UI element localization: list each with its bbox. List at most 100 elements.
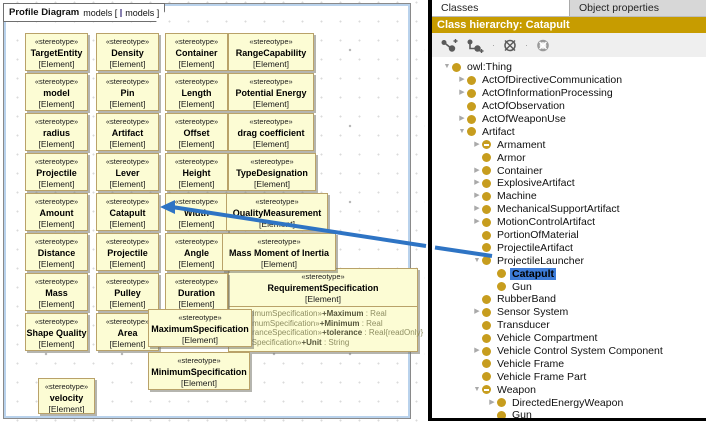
expander-closed-icon[interactable]: ▶ xyxy=(472,307,482,317)
stereotype-box-rangecapability[interactable]: «stereotype»RangeCapability[Element] xyxy=(228,33,314,71)
stereotype-box-pulley[interactable]: «stereotype»Pulley[Element] xyxy=(96,273,159,311)
stereotype-box-shape-quality[interactable]: «stereotype»Shape Quality[Element] xyxy=(25,313,88,351)
stereotype-box-targetentity[interactable]: «stereotype»TargetEntity[Element] xyxy=(25,33,88,71)
delete-class-icon[interactable] xyxy=(502,38,518,53)
tree-item-artifact[interactable]: ▼Artifact xyxy=(432,125,706,138)
tree-item-portionofmaterial[interactable]: PortionOfMaterial xyxy=(432,229,706,242)
stereotype-box-mass-moment-of-inertia[interactable]: «stereotype»Mass Moment of Inertia[Eleme… xyxy=(222,233,336,271)
stereotype-box-catapult[interactable]: «stereotype»Catapult[Element] xyxy=(96,193,159,231)
stereotype-box-container[interactable]: «stereotype»Container[Element] xyxy=(165,33,228,71)
stereotype-name: RequirementSpecification xyxy=(267,282,378,294)
tree-item-vehicle-frame-part[interactable]: Vehicle Frame Part xyxy=(432,370,706,383)
expander-closed-icon[interactable]: ▶ xyxy=(457,114,467,124)
stereotype-keyword: «stereotype» xyxy=(35,37,78,47)
tree-item-mechanicalsupportartifact[interactable]: ▶MechanicalSupportArtifact xyxy=(432,203,706,216)
diagram-frame-label[interactable]: Profile Diagram models [ models ] xyxy=(3,3,165,22)
tree-item-armor[interactable]: Armor xyxy=(432,151,706,164)
stereotype-box-lever[interactable]: «stereotype»Lever[Element] xyxy=(96,153,159,191)
stereotype-box-qualitymeasurement[interactable]: «stereotype»QualityMeasurement[Element] xyxy=(226,193,328,231)
tree-item-sensor-system[interactable]: ▶Sensor System xyxy=(432,306,706,319)
stereotype-box-potential-energy[interactable]: «stereotype»Potential Energy[Element] xyxy=(228,73,314,111)
expander-closed-icon[interactable]: ▶ xyxy=(472,204,482,214)
stereotype-box-amount[interactable]: «stereotype»Amount[Element] xyxy=(25,193,88,231)
expander-closed-icon[interactable]: ▶ xyxy=(487,398,497,408)
expander-open-icon[interactable]: ▼ xyxy=(457,127,467,137)
tree-item-container[interactable]: ▶Container xyxy=(432,164,706,177)
profile-diagram-canvas[interactable]: Profile Diagram models [ models ] «stere… xyxy=(0,0,425,425)
expander-closed-icon[interactable]: ▶ xyxy=(472,140,482,150)
stereotype-box-length[interactable]: «stereotype»Length[Element] xyxy=(165,73,228,111)
expander-open-icon[interactable]: ▼ xyxy=(472,256,482,266)
stereotype-box-projectile[interactable]: «stereotype»Projectile[Element] xyxy=(96,233,159,271)
tree-item-actofobservation[interactable]: ActOfObservation xyxy=(432,100,706,113)
element-label: [Element] xyxy=(179,179,215,190)
delete-individual-icon[interactable] xyxy=(535,38,551,53)
tree-item-projectilelauncher[interactable]: ▼ProjectileLauncher xyxy=(432,254,706,267)
tree-item-gun[interactable]: Gun xyxy=(432,409,706,418)
expander-open-icon[interactable]: ▼ xyxy=(472,385,482,395)
tree-item-owl-thing[interactable]: ▼owl:Thing xyxy=(432,61,706,74)
tree-item-weapon[interactable]: ▼Weapon xyxy=(432,383,706,396)
stereotype-box-distance[interactable]: «stereotype»Distance[Element] xyxy=(25,233,88,271)
tree-item-gun[interactable]: Gun xyxy=(432,280,706,293)
class-icon xyxy=(467,76,476,85)
stereotype-box-model[interactable]: «stereotype»model[Element] xyxy=(25,73,88,111)
stereotype-name: MinimumSpecification xyxy=(151,366,247,378)
tree-item-vehicle-frame[interactable]: Vehicle Frame xyxy=(432,357,706,370)
tree-item-projectileartifact[interactable]: ProjectileArtifact xyxy=(432,241,706,254)
expander-closed-icon[interactable]: ▶ xyxy=(472,191,482,201)
expander-open-icon[interactable]: ▼ xyxy=(442,62,452,72)
tree-item-actofdirectivecommunication[interactable]: ▶ActOfDirectiveCommunication xyxy=(432,74,706,87)
stereotype-box-maximumspecification[interactable]: «stereotype»MaximumSpecification[Element… xyxy=(148,309,252,347)
tree-item-actofinformationprocessing[interactable]: ▶ActOfInformationProcessing xyxy=(432,87,706,100)
stereotype-box-duration[interactable]: «stereotype»Duration[Element] xyxy=(165,273,228,311)
stereotype-box-width[interactable]: «stereotype»Width[Element] xyxy=(165,193,228,231)
stereotype-box-density[interactable]: «stereotype»Density[Element] xyxy=(96,33,159,71)
tree-item-vehicle-compartment[interactable]: Vehicle Compartment xyxy=(432,332,706,345)
tree-item-rubberband[interactable]: RubberBand xyxy=(432,293,706,306)
tree-item-vehicle-control-system-component[interactable]: ▶Vehicle Control System Component xyxy=(432,345,706,358)
stereotype-box-artifact[interactable]: «stereotype»Artifact[Element] xyxy=(96,113,159,151)
stereotype-box-offset[interactable]: «stereotype»Offset[Element] xyxy=(165,113,228,151)
stereotype-box-pin[interactable]: «stereotype»Pin[Element] xyxy=(96,73,159,111)
stereotype-box-height[interactable]: «stereotype»Height[Element] xyxy=(165,153,228,191)
class-tree[interactable]: ▼owl:Thing▶ActOfDirectiveCommunication▶A… xyxy=(432,57,706,418)
add-sibling-class-icon[interactable] xyxy=(466,38,485,53)
stereotype-name: Container xyxy=(175,47,217,59)
expander-closed-icon[interactable]: ▶ xyxy=(457,88,467,98)
expander-closed-icon[interactable]: ▶ xyxy=(472,217,482,227)
stereotype-box-requirementspecification[interactable]: «stereotype»RequirementSpecification[Ele… xyxy=(228,268,418,352)
stereotype-box-minimumspecification[interactable]: «stereotype»MinimumSpecification[Element… xyxy=(148,352,250,390)
expander-closed-icon[interactable]: ▶ xyxy=(472,178,482,188)
toolbar-separator: · xyxy=(492,40,495,50)
tree-item-actofweaponuse[interactable]: ▶ ActOfWeaponUse xyxy=(432,113,706,126)
element-label: [Element] xyxy=(179,139,215,150)
stereotype-box-radius[interactable]: «stereotype»radius[Element] xyxy=(25,113,88,151)
expander-closed-icon[interactable]: ▶ xyxy=(457,75,467,85)
tab-object-properties[interactable]: Object properties xyxy=(570,0,706,16)
expander-closed-icon[interactable]: ▶ xyxy=(472,346,482,356)
diagram-title: Profile Diagram xyxy=(9,7,79,18)
class-hierarchy-toolbar: · · xyxy=(432,33,706,57)
tree-item-armament[interactable]: ▶Armament xyxy=(432,138,706,151)
tree-item-motioncontrolartifact[interactable]: ▶MotionControlArtifact xyxy=(432,216,706,229)
expander-closed-icon[interactable]: ▶ xyxy=(472,166,482,176)
stereotype-box-mass[interactable]: «stereotype»Mass[Element] xyxy=(25,273,88,311)
add-subclass-icon[interactable] xyxy=(440,38,459,53)
tree-item-catapult[interactable]: Catapult xyxy=(432,267,706,280)
stereotype-box-projectile[interactable]: «stereotype»Projectile[Element] xyxy=(25,153,88,191)
stereotype-box-velocity[interactable]: «stereotype»velocity[Element] xyxy=(38,378,95,414)
tab-classes[interactable]: Classes xyxy=(432,0,570,16)
tree-item-transducer[interactable]: Transducer xyxy=(432,319,706,332)
class-icon xyxy=(482,205,491,214)
class-icon xyxy=(467,127,476,136)
stereotype-box-angle[interactable]: «stereotype»Angle[Element] xyxy=(165,233,228,271)
tree-item-directedenergyweapon[interactable]: ▶DirectedEnergyWeapon xyxy=(432,396,706,409)
element-label: [Element] xyxy=(110,99,146,110)
tree-item-label: ActOfWeaponUse xyxy=(480,113,568,125)
stereotype-box-typedesignation[interactable]: «stereotype»TypeDesignation[Element] xyxy=(228,153,316,191)
stereotype-box-drag-coefficient[interactable]: «stereotype»drag coefficient[Element] xyxy=(228,113,314,151)
tree-item-machine[interactable]: ▶Machine xyxy=(432,190,706,203)
stereotype-keyword: «stereotype» xyxy=(35,157,78,167)
tree-item-explosiveartifact[interactable]: ▶ExplosiveArtifact xyxy=(432,177,706,190)
